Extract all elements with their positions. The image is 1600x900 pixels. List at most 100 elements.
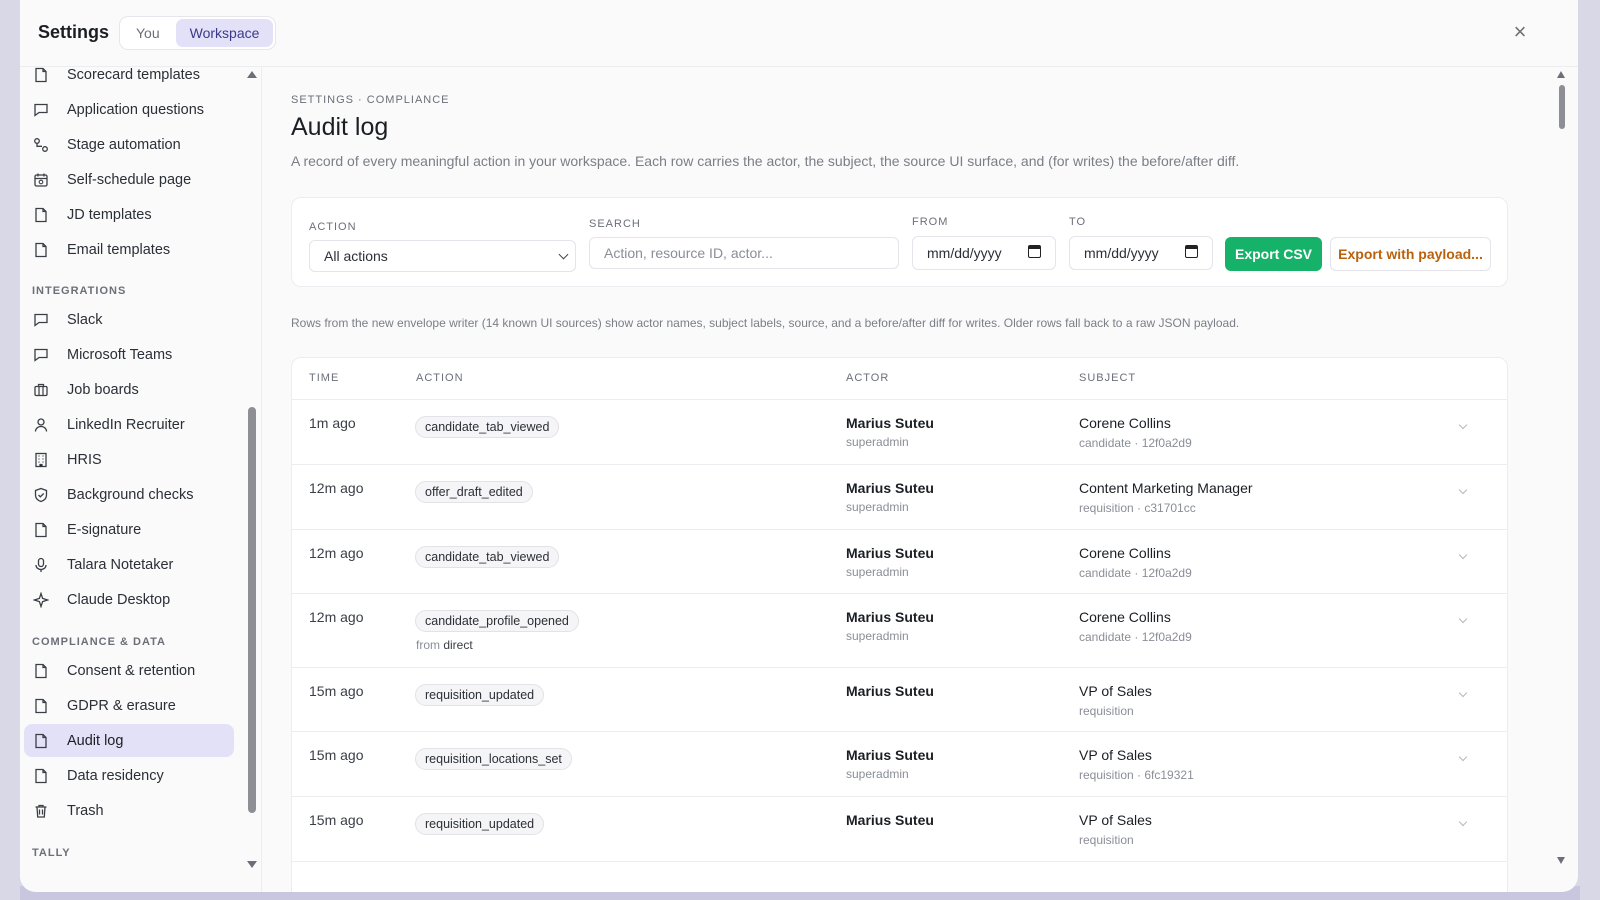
expand-chevron-icon[interactable] <box>1458 550 1468 560</box>
sidebar-item-label: E-signature <box>67 521 142 538</box>
calendar-icon[interactable] <box>1028 245 1041 258</box>
sidebar-item-jd-templates[interactable]: JD templates <box>24 198 234 231</box>
sidebar-item-claude-desktop[interactable]: Claude Desktop <box>24 583 234 616</box>
sidebar-item-label: Scorecard templates <box>67 67 200 83</box>
sidebar-scrollbar[interactable] <box>248 407 256 813</box>
sidebar-item-label: Audit log <box>67 732 124 749</box>
source-value: direct <box>443 638 473 652</box>
expand-chevron-icon[interactable] <box>1458 420 1468 430</box>
sidebar-item-label: GDPR & erasure <box>67 697 176 714</box>
sidebar-item-email-templates[interactable]: Email templates <box>24 233 234 266</box>
building-icon <box>35 452 47 467</box>
action-filter-label: ACTION <box>309 221 357 233</box>
chevron-down-icon <box>558 249 569 260</box>
main-scroll-down-arrow[interactable] <box>1557 857 1565 864</box>
action-pill: offer_draft_edited <box>415 481 533 503</box>
expand-chevron-icon[interactable] <box>1458 614 1468 624</box>
sidebar-item-trash[interactable]: Trash <box>24 794 234 827</box>
table-row[interactable]: 12m ago candidate_tab_viewed Marius Sute… <box>292 529 1507 593</box>
sidebar-scroll-down-arrow[interactable] <box>247 861 257 868</box>
sidebar-item-talara-notetaker[interactable]: Talara Notetaker <box>24 548 234 581</box>
tab-you[interactable]: You <box>122 19 174 47</box>
table-row[interactable] <box>292 861 1507 892</box>
table-row[interactable]: 15m ago requisition_locations_set Marius… <box>292 731 1507 796</box>
table-row[interactable]: 1m ago candidate_tab_viewed Marius Suteu… <box>292 399 1507 464</box>
sidebar-item-scorecard-templates[interactable]: Scorecard templates <box>24 67 234 91</box>
search-input[interactable]: Action, resource ID, actor... <box>589 237 899 269</box>
row-time: 12m ago <box>309 545 364 561</box>
settings-sidebar: Scorecard templates Application question… <box>20 67 262 892</box>
subject-meta: requisition <box>1079 704 1134 718</box>
sidebar-item-job-boards[interactable]: Job boards <box>24 373 234 406</box>
sidebar-item-data-residency[interactable]: Data residency <box>24 759 234 792</box>
sidebar-item-microsoft-teams[interactable]: Microsoft Teams <box>24 338 234 371</box>
from-label: FROM <box>912 216 949 228</box>
table-row[interactable]: 12m ago offer_draft_edited Marius Suteu … <box>292 464 1507 529</box>
sidebar-item-label: Data residency <box>67 767 164 784</box>
chat-icon <box>34 313 48 327</box>
sidebar-item-e-signature[interactable]: E-signature <box>24 513 234 546</box>
subject-meta: requisition <box>1079 833 1134 847</box>
expand-chevron-icon[interactable] <box>1458 688 1468 698</box>
action-pill: requisition_updated <box>415 684 545 706</box>
sidebar-item-label: HRIS <box>67 451 102 468</box>
expand-chevron-icon[interactable] <box>1458 485 1468 495</box>
sidebar-item-hris[interactable]: HRIS <box>24 443 234 476</box>
sidebar-item-label: Email templates <box>67 241 171 258</box>
table-row[interactable]: 12m ago candidate_profile_opened from di… <box>292 593 1507 667</box>
section-compliance: COMPLIANCE & DATA <box>32 636 166 648</box>
action-select-value: All actions <box>324 248 388 264</box>
sidebar-item-label: Talara Notetaker <box>67 556 174 573</box>
sidebar-item-self-schedule-page[interactable]: Self-schedule page <box>24 163 234 196</box>
calendar-icon <box>34 173 48 187</box>
row-time: 15m ago <box>309 683 364 699</box>
action-pill: candidate_profile_opened <box>415 610 579 632</box>
column-header-subject: SUBJECT <box>1079 372 1137 384</box>
chat-icon <box>34 348 48 362</box>
main-scrollbar[interactable] <box>1559 85 1565 129</box>
row-time: 12m ago <box>309 480 364 496</box>
actor-role: superadmin <box>846 565 909 579</box>
sidebar-scroll-up-arrow[interactable] <box>247 71 257 78</box>
export-csv-button[interactable]: Export CSV <box>1225 237 1322 271</box>
action-pill: candidate_tab_viewed <box>415 416 560 438</box>
table-row[interactable]: 15m ago requisition_updated Marius Suteu… <box>292 667 1507 731</box>
close-icon[interactable]: × <box>1510 21 1530 43</box>
subject-meta: candidate · 12f0a2d9 <box>1079 630 1192 644</box>
from-date-placeholder: mm/dd/yyyy <box>927 245 1002 261</box>
calendar-icon[interactable] <box>1185 245 1198 258</box>
sidebar-item-slack[interactable]: Slack <box>24 303 234 336</box>
from-date-input[interactable]: mm/dd/yyyy <box>912 236 1056 270</box>
table-row[interactable]: 15m ago requisition_updated Marius Suteu… <box>292 796 1507 861</box>
sidebar-item-application-questions[interactable]: Application questions <box>24 93 234 126</box>
expand-chevron-icon[interactable] <box>1458 817 1468 827</box>
flow-icon <box>34 137 48 152</box>
sidebar-item-consent-retention[interactable]: Consent & retention <box>24 654 234 687</box>
doc-icon <box>35 522 47 537</box>
audit-table: TIME ACTION ACTOR SUBJECT 1m ago candida… <box>291 357 1508 892</box>
sidebar-item-label: Self-schedule page <box>67 171 192 188</box>
briefcase-icon <box>34 383 48 396</box>
tab-workspace[interactable]: Workspace <box>175 19 274 47</box>
sidebar-item-background-checks[interactable]: Background checks <box>24 478 234 511</box>
subject-name: VP of Sales <box>1079 747 1152 763</box>
sidebar-item-gdpr-erasure[interactable]: GDPR & erasure <box>24 689 234 722</box>
actor-role: superadmin <box>846 435 909 449</box>
action-select[interactable]: All actions <box>309 240 576 272</box>
to-date-input[interactable]: mm/dd/yyyy <box>1069 236 1213 270</box>
sidebar-item-label: Microsoft Teams <box>67 346 173 363</box>
sidebar-item-linkedin-recruiter[interactable]: LinkedIn Recruiter <box>24 408 234 441</box>
export-with-payload-button[interactable]: Export with payload... <box>1330 237 1491 271</box>
to-label: TO <box>1069 216 1087 228</box>
subject-name: Corene Collins <box>1079 609 1171 625</box>
actor-role: superadmin <box>846 629 909 643</box>
main-scroll-up-arrow[interactable] <box>1557 71 1565 78</box>
sidebar-item-stage-automation[interactable]: Stage automation <box>24 128 234 161</box>
sidebar-item-audit-log[interactable]: Audit log <box>24 724 234 757</box>
subject-meta: candidate · 12f0a2d9 <box>1079 436 1192 450</box>
actor-name: Marius Suteu <box>846 415 934 431</box>
mic-icon <box>35 557 47 572</box>
expand-chevron-icon[interactable] <box>1458 752 1468 762</box>
actor-name: Marius Suteu <box>846 683 934 699</box>
actor-name: Marius Suteu <box>846 812 934 828</box>
